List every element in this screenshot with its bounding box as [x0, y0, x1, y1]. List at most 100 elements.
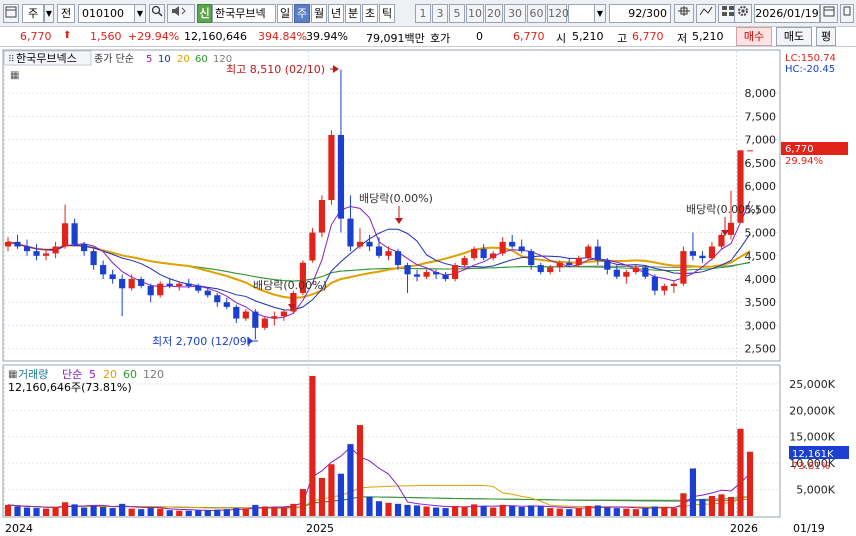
- volume-legend-prefix: 단순: [62, 368, 82, 381]
- minute-step-120[interactable]: 120: [547, 4, 569, 23]
- volume-bar: [670, 508, 677, 516]
- price-tick-label: 6,500: [745, 157, 777, 170]
- sell-button[interactable]: 매도: [776, 27, 812, 46]
- price-tick-label: 7,500: [745, 110, 777, 123]
- stock-name: 한국무브넥: [212, 4, 276, 23]
- eval-button[interactable]: 평: [816, 27, 836, 46]
- x-label-2025: 2025: [306, 522, 334, 535]
- volume-bar: [547, 508, 554, 516]
- volume-bar: [461, 506, 468, 516]
- minute-step-1[interactable]: 1: [415, 4, 431, 23]
- candle-body: [727, 222, 735, 235]
- volume-bar: [290, 503, 297, 516]
- x-axis: [3, 519, 780, 536]
- period-tab-0[interactable]: 일: [277, 4, 293, 23]
- volume-bar: [42, 508, 50, 516]
- minute-step-3[interactable]: 3: [432, 4, 448, 23]
- sound-icon[interactable]: [167, 4, 195, 23]
- price-tick-label: 6,000: [745, 180, 777, 193]
- step-dropdown-icon[interactable]: ▼: [594, 4, 606, 23]
- gear-icon[interactable]: [734, 4, 752, 23]
- volume-bar: [727, 496, 735, 516]
- volume-panel-grip-icon[interactable]: ▦: [8, 369, 17, 380]
- volume-bar: [661, 507, 668, 516]
- chart-area[interactable]: 8,000 7,500 7,000 6,500 6,000 5,500 5,000 4,500…: [0, 48, 856, 536]
- minute-step-60[interactable]: 60: [527, 4, 546, 23]
- chart-menu-icon[interactable]: [3, 4, 19, 23]
- volume-bar: [157, 508, 164, 516]
- volume-bar: [223, 509, 230, 516]
- volume-bar: [242, 508, 249, 516]
- candle-body: [575, 258, 582, 266]
- candle-body: [176, 283, 183, 286]
- price-change: 1,560: [90, 30, 122, 43]
- period-tab-4[interactable]: 분: [345, 4, 361, 23]
- high-price: 6,770: [632, 30, 664, 43]
- volume-bar: [4, 504, 12, 516]
- candle-body: [432, 272, 440, 275]
- candle-body: [42, 253, 50, 256]
- low-price: 5,210: [692, 30, 724, 43]
- more-icon[interactable]: [840, 4, 854, 23]
- current-volume-pct: 73.81%: [792, 461, 830, 472]
- toolbar: 주 ▼ 전 010100 ▼ 신 한국무브넥 일주월년분초틱 1 3 5 10 20 30…: [0, 0, 856, 27]
- code-dropdown-icon[interactable]: ▼: [134, 4, 146, 23]
- high-annotation: 최고 8,510 (02/10): [226, 63, 325, 76]
- calendar-icon[interactable]: [820, 4, 838, 23]
- period-tab-2[interactable]: 월: [311, 4, 327, 23]
- buy-button[interactable]: 매수: [736, 27, 772, 46]
- volume-bar: [452, 505, 459, 516]
- candle-body: [746, 150, 754, 152]
- volume-bar: [309, 375, 316, 516]
- candle-body: [680, 251, 687, 284]
- volume-bar: [81, 507, 88, 516]
- volume-bar: [680, 493, 687, 516]
- volume-tick-label: 20,000K: [789, 404, 835, 417]
- volume-bar: [347, 444, 354, 516]
- volume-tick-label: 15,000K: [789, 431, 835, 444]
- candle-body: [708, 246, 716, 259]
- search-icon[interactable]: [149, 4, 165, 23]
- stock-chart[interactable]: 8,0007,5007,0006,5006,0005,5005,0004,500…: [0, 48, 856, 536]
- volume-tick-label: 5,000K: [796, 484, 835, 497]
- date-field[interactable]: 2026/01/19: [754, 4, 820, 23]
- candle-body: [375, 246, 383, 256]
- volume-bar: [432, 507, 440, 516]
- period-tab-5[interactable]: 초: [362, 4, 378, 23]
- candle-body: [461, 258, 468, 266]
- period-tab-6[interactable]: 틱: [379, 4, 395, 23]
- period-tab-1[interactable]: 주: [294, 4, 310, 23]
- candle-body: [356, 241, 364, 247]
- minute-step-5[interactable]: 5: [449, 4, 465, 23]
- volume-bar: [14, 506, 21, 516]
- minute-step-30[interactable]: 30: [504, 4, 526, 23]
- volume-bar: [337, 473, 345, 516]
- volume-legend-name: 거래량: [18, 368, 48, 381]
- draw-tool-icon[interactable]: [696, 4, 716, 23]
- minute-step-10[interactable]: 10: [466, 4, 484, 23]
- market-select[interactable]: 주: [22, 4, 44, 23]
- ma60-legend: 60: [195, 54, 208, 65]
- candle-body: [509, 241, 516, 247]
- candle-body: [195, 285, 202, 291]
- market-dropdown-icon[interactable]: ▼: [44, 4, 54, 23]
- volume-bar: [138, 509, 145, 516]
- count-field[interactable]: 92/300: [609, 4, 671, 23]
- volume-info: 12,160,646주(73.81%): [8, 381, 132, 394]
- volume-bar: [556, 508, 563, 516]
- volume-bar: [575, 508, 582, 516]
- high-label: 고: [617, 32, 628, 45]
- minute-step-20[interactable]: 20: [485, 4, 503, 23]
- period-tab-3[interactable]: 년: [328, 4, 344, 23]
- volume-bar: [509, 505, 516, 516]
- volume-bar: [61, 502, 69, 516]
- crosshair-icon[interactable]: [674, 4, 694, 23]
- volume-bar: [214, 509, 221, 516]
- type-select[interactable]: 전: [57, 4, 75, 23]
- candle-body: [689, 251, 697, 256]
- candle-body: [128, 279, 135, 289]
- panel-settings-icon[interactable]: ▦: [10, 70, 19, 81]
- price-change-pct: +29.94%: [128, 30, 180, 43]
- price-tick-label: 7,000: [745, 134, 777, 147]
- candle-body: [632, 267, 639, 273]
